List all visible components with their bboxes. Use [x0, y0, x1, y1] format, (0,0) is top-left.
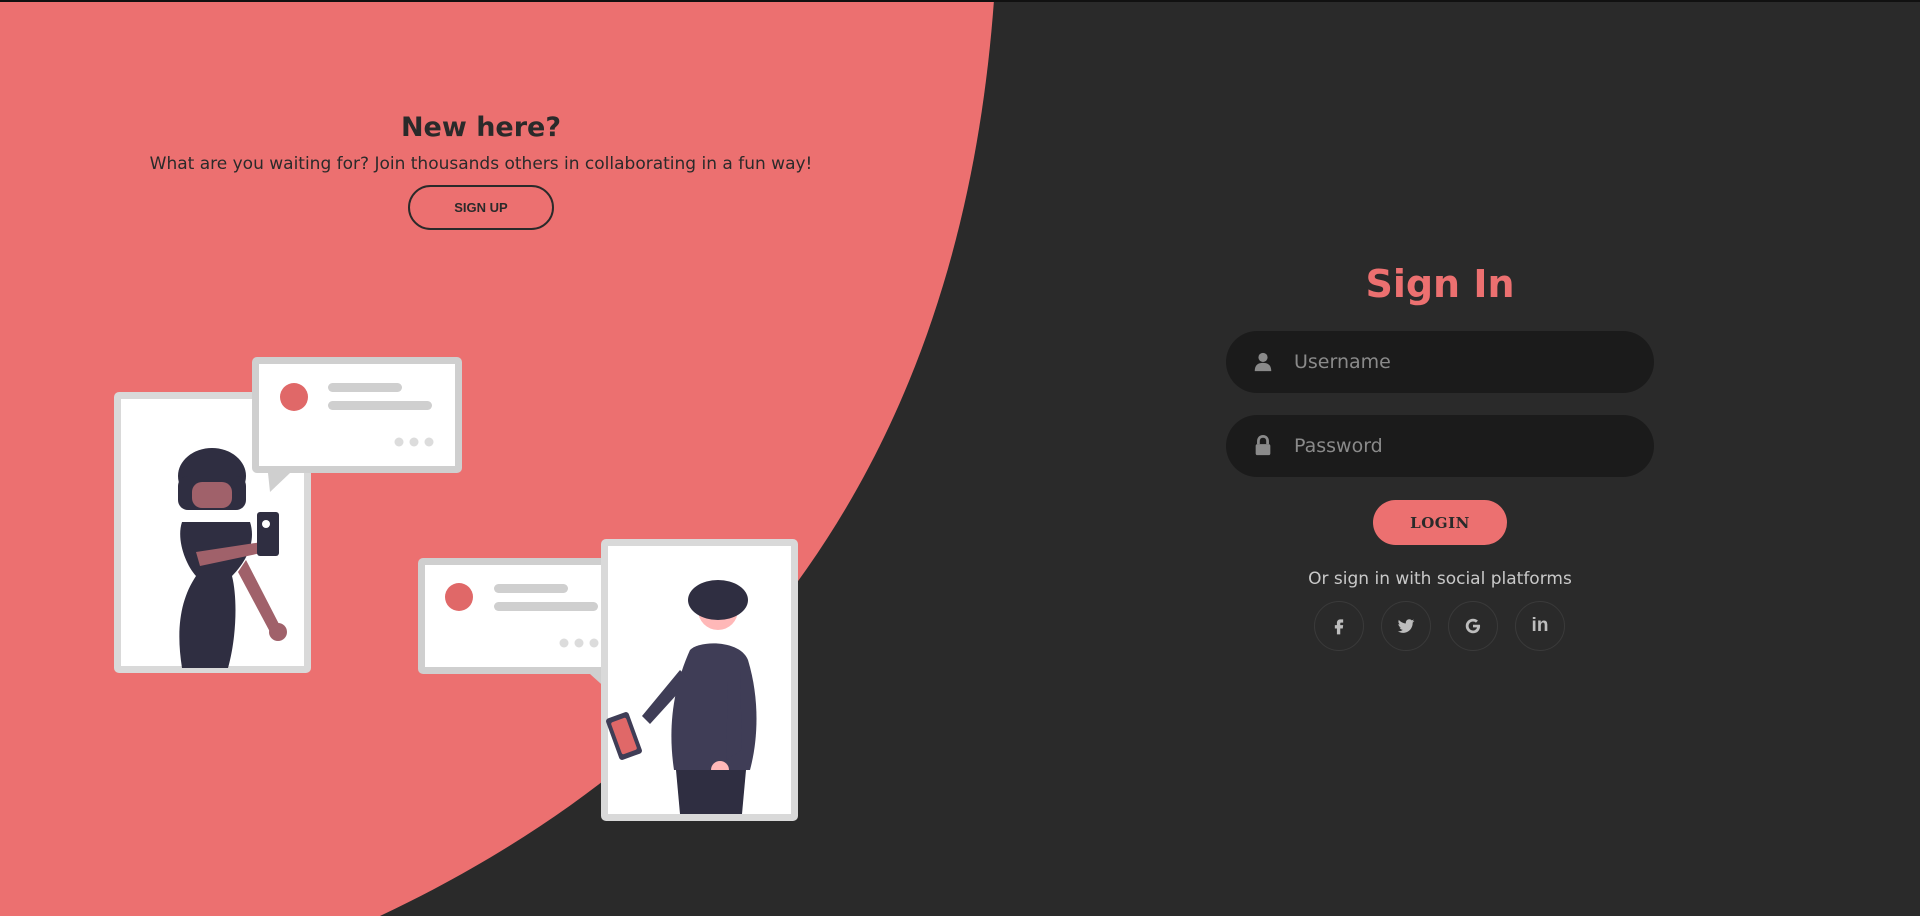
linkedin-icon: in — [1531, 615, 1549, 636]
password-input[interactable] — [1294, 415, 1634, 477]
user-icon — [1254, 352, 1272, 372]
lock-icon — [1255, 435, 1271, 456]
facebook-button[interactable] — [1314, 601, 1364, 651]
login-button[interactable]: LOGIN — [1373, 500, 1507, 545]
signin-heading: Sign In — [1365, 262, 1515, 306]
social-signin-text: Or sign in with social platforms — [1308, 569, 1572, 589]
password-field — [1226, 415, 1654, 477]
man-phone-card — [601, 539, 798, 821]
chat-illustration — [114, 357, 798, 821]
social-buttons: in — [1314, 601, 1566, 653]
google-button[interactable] — [1448, 601, 1498, 651]
twitter-button[interactable] — [1381, 601, 1431, 651]
username-input[interactable] — [1294, 331, 1634, 393]
chat-bubble-top — [252, 357, 462, 492]
linkedin-button[interactable]: in — [1515, 601, 1565, 651]
twitter-icon — [1397, 619, 1415, 633]
username-field — [1226, 331, 1654, 393]
google-icon — [1465, 618, 1481, 634]
signup-panel: New here? What are you waiting for? Join… — [0, 0, 960, 916]
chat-bubble-bottom — [418, 558, 628, 692]
facebook-icon — [1334, 619, 1344, 635]
